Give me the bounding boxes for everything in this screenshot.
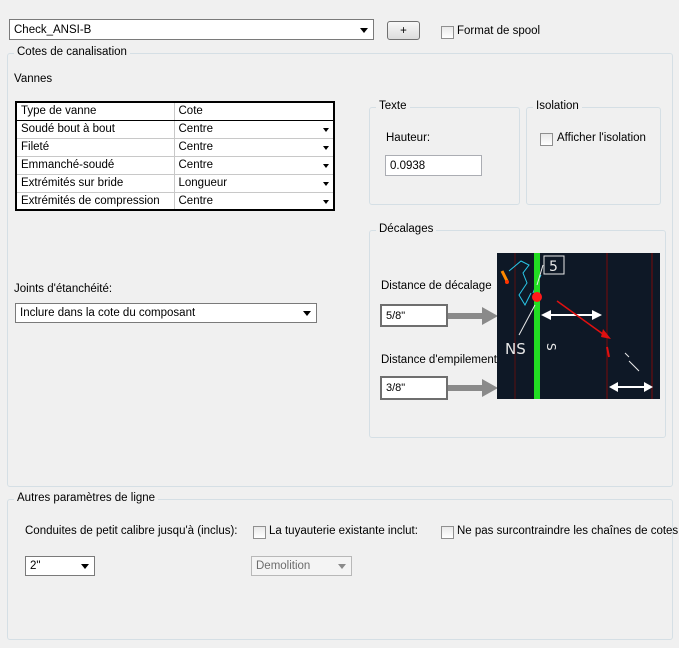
cote-cell-value: Centre xyxy=(178,159,214,171)
cote-cell-value: Centre xyxy=(178,123,214,135)
no-overconstrain-checkbox[interactable] xyxy=(441,526,454,539)
cote-cell-combo[interactable]: Centre xyxy=(173,191,335,211)
offset-distance-input[interactable]: 5/8" xyxy=(380,304,448,327)
height-input[interactable]: 0.0938 xyxy=(385,155,482,176)
cote-cell-value: Centre xyxy=(178,141,214,153)
valve-type-cell: Extrémités sur bride xyxy=(15,173,175,193)
chevron-down-icon xyxy=(303,311,311,316)
chevron-down-icon xyxy=(360,27,368,33)
small-bore-label: Conduites de petit calibre jusqu'à (incl… xyxy=(25,525,238,537)
chevron-down-icon xyxy=(323,146,329,150)
add-profile-button[interactable]: + xyxy=(387,21,420,40)
line-params-title: Autres paramètres de ligne xyxy=(14,492,159,504)
spool-format-checkbox[interactable] xyxy=(441,26,454,39)
valve-type-cell: Fileté xyxy=(15,137,175,157)
cote-cell-value: Longueur xyxy=(178,177,228,189)
stack-distance-input[interactable]: 3/8" xyxy=(380,376,448,400)
no-overconstrain-label: Ne pas surcontraindre les chaînes de cot… xyxy=(457,525,679,537)
offset-pointer-arrow-icon xyxy=(448,307,498,325)
valve-table: Type de vanne Cote Soudé bout à bout Cen… xyxy=(15,101,335,211)
insulation-group-title: Isolation xyxy=(533,100,582,112)
cote-cell-combo[interactable]: Centre xyxy=(173,155,335,175)
chevron-down-icon xyxy=(338,564,346,569)
chevron-down-icon xyxy=(323,164,329,168)
table-row: Extrémités sur bride Longueur xyxy=(15,173,335,193)
table-row: Extrémités de compression Centre xyxy=(15,191,335,211)
offset-distance-label: Distance de décalage xyxy=(381,280,492,292)
height-input-value: 0.0938 xyxy=(390,159,426,172)
add-button-label: + xyxy=(400,24,407,37)
existing-pipe-label: La tuyauterie existante inclut: xyxy=(269,525,418,537)
show-insulation-label: Afficher l'isolation xyxy=(557,132,646,144)
table-row: Fileté Centre xyxy=(15,137,335,157)
seals-dropdown[interactable]: Inclure dans la cote du composant xyxy=(15,303,317,323)
offsets-group-title: Décalages xyxy=(376,223,437,235)
show-insulation-checkbox[interactable] xyxy=(540,133,553,146)
cote-cell-combo[interactable]: Centre xyxy=(173,119,335,139)
valve-type-cell: Extrémités de compression xyxy=(15,191,175,211)
preview-tag-label: 5 xyxy=(549,259,558,275)
column-header-type: Type de vanne xyxy=(15,101,175,121)
text-group-title: Texte xyxy=(376,100,410,112)
insulation-group: Isolation xyxy=(526,100,661,205)
chevron-down-icon xyxy=(81,564,89,569)
cote-cell-combo[interactable]: Longueur xyxy=(173,173,335,193)
chevron-down-icon xyxy=(323,128,329,132)
existing-pipe-checkbox[interactable] xyxy=(253,526,266,539)
valve-table-header: Type de vanne Cote xyxy=(15,101,335,121)
existing-pipe-dropdown-value: Demolition xyxy=(256,560,311,572)
stack-distance-value: 3/8" xyxy=(386,382,406,394)
table-row: Soudé bout à bout Centre xyxy=(15,119,335,139)
small-bore-dropdown-value: 2" xyxy=(30,560,41,572)
stack-distance-label: Distance d'empilement xyxy=(381,354,497,366)
column-header-cote: Cote xyxy=(173,101,335,121)
chevron-down-icon xyxy=(323,199,329,204)
valve-type-cell: Emmanché-soudé xyxy=(15,155,175,175)
table-row: Emmanché-soudé Centre xyxy=(15,155,335,175)
valves-label: Vannes xyxy=(14,73,53,85)
pipe-dimensions-title: Cotes de canalisation xyxy=(14,46,130,58)
stack-pointer-arrow-icon xyxy=(448,379,498,397)
svg-text:S: S xyxy=(544,343,558,351)
profile-dropdown-value: Check_ANSI-B xyxy=(14,23,92,36)
existing-pipe-dropdown[interactable]: Demolition xyxy=(251,556,352,576)
offset-preview-image: 5 NS S xyxy=(497,253,660,399)
valve-type-cell: Soudé bout à bout xyxy=(15,119,175,139)
chevron-down-icon xyxy=(323,182,329,186)
profile-dropdown[interactable]: Check_ANSI-B xyxy=(9,19,374,40)
cote-cell-value: Centre xyxy=(178,194,214,207)
cote-cell-combo[interactable]: Centre xyxy=(173,137,335,157)
spool-format-label: Format de spool xyxy=(457,25,541,37)
offset-distance-value: 5/8" xyxy=(386,309,406,322)
small-bore-dropdown[interactable]: 2" xyxy=(25,556,95,576)
seals-label: Joints d'étanchéité: xyxy=(14,283,113,295)
height-label: Hauteur: xyxy=(386,132,431,144)
seals-dropdown-value: Inclure dans la cote du composant xyxy=(20,307,196,319)
preview-ns-label: NS xyxy=(505,340,526,358)
